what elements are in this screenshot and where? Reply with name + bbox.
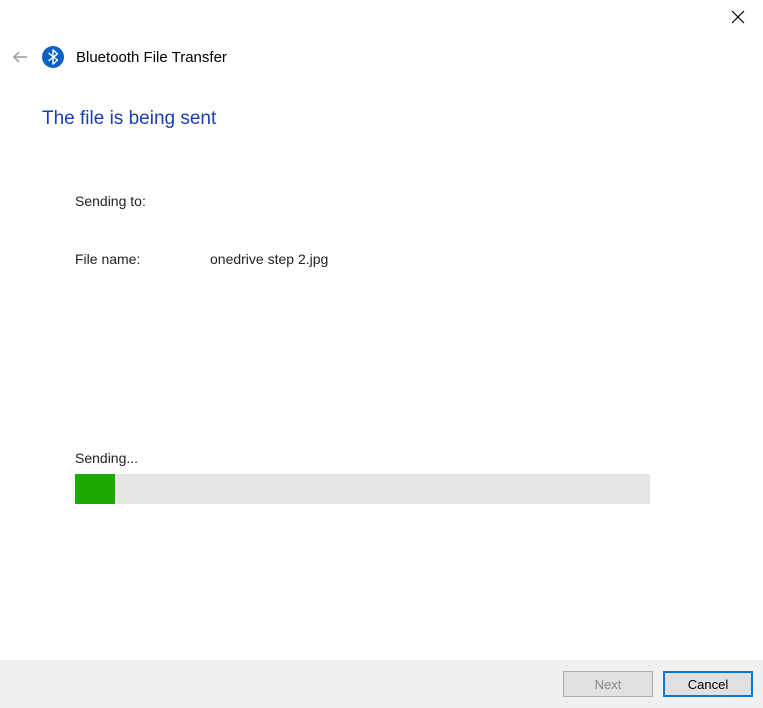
sending-to-row: Sending to: — [75, 193, 328, 209]
file-name-row: File name: onedrive step 2.jpg — [75, 251, 328, 267]
progress-fill — [75, 474, 115, 504]
close-button[interactable] — [729, 8, 747, 26]
progress-label: Sending... — [75, 450, 650, 466]
progress-bar — [75, 474, 650, 504]
page-heading: The file is being sent — [42, 108, 216, 130]
cancel-button[interactable]: Cancel — [663, 671, 753, 697]
progress-area: Sending... — [75, 450, 650, 504]
next-button: Next — [563, 671, 653, 697]
back-button[interactable] — [10, 47, 30, 67]
window-title: Bluetooth File Transfer — [76, 49, 227, 66]
header: Bluetooth File Transfer — [10, 46, 227, 68]
file-name-value: onedrive step 2.jpg — [210, 251, 328, 267]
close-icon — [731, 10, 745, 24]
back-arrow-icon — [11, 48, 29, 66]
file-name-label: File name: — [75, 251, 210, 267]
sending-to-label: Sending to: — [75, 193, 210, 209]
footer: Next Cancel — [0, 660, 763, 708]
transfer-details: Sending to: File name: onedrive step 2.j… — [75, 193, 328, 309]
bluetooth-icon — [42, 46, 64, 68]
